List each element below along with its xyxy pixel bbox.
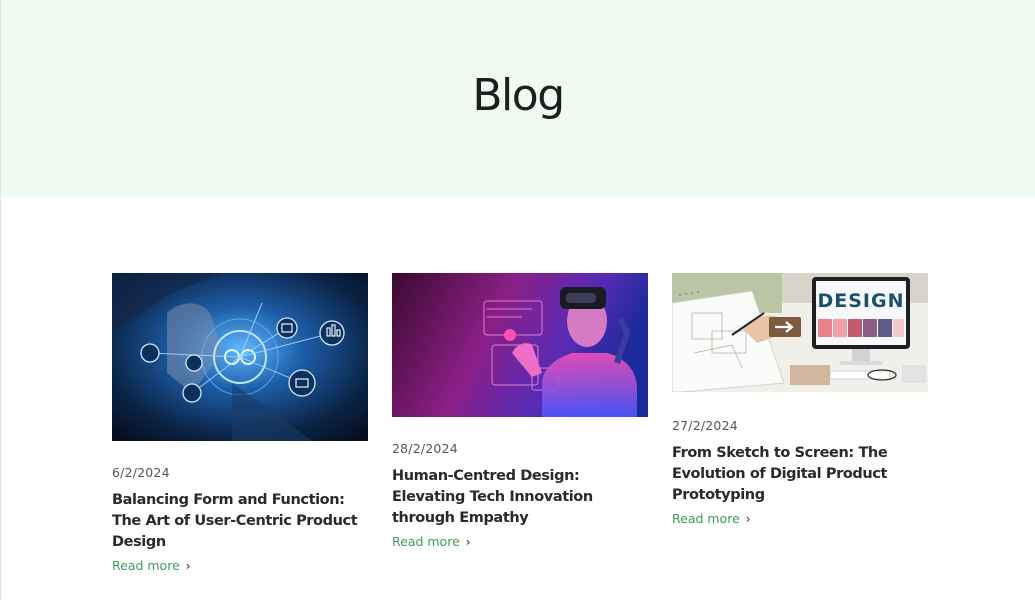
post-title[interactable]: From Sketch to Screen: The Evolution of … bbox=[672, 443, 928, 506]
post-title[interactable]: Human-Centred Design: Elevating Tech Inn… bbox=[392, 466, 648, 529]
chevron-right-icon: › bbox=[185, 559, 191, 573]
blog-card[interactable]: DESIGN 27/2/2024 From Sketch to Screen: … bbox=[672, 273, 928, 527]
blog-card-image[interactable]: DESIGN bbox=[672, 273, 928, 392]
read-more-link[interactable]: Read more › bbox=[112, 558, 191, 574]
post-date: 6/2/2024 bbox=[112, 465, 170, 480]
page-title: Blog bbox=[472, 70, 565, 121]
read-more-link[interactable]: Read more › bbox=[672, 511, 751, 527]
post-date: 27/2/2024 bbox=[672, 418, 738, 433]
chevron-right-icon: › bbox=[465, 535, 471, 549]
blog-card[interactable]: 28/2/2024 Human-Centred Design: Elevatin… bbox=[392, 273, 648, 550]
blog-card-image[interactable] bbox=[112, 273, 368, 441]
read-more-link[interactable]: Read more › bbox=[392, 534, 471, 550]
post-date: 28/2/2024 bbox=[392, 441, 458, 456]
read-more-label: Read more bbox=[112, 558, 180, 573]
post-title[interactable]: Balancing Form and Function: The Art of … bbox=[112, 490, 368, 553]
blog-hero: Blog bbox=[1, 0, 1035, 197]
read-more-label: Read more bbox=[392, 534, 460, 549]
blog-card[interactable]: 6/2/2024 Balancing Form and Function: Th… bbox=[112, 273, 368, 574]
read-more-label: Read more bbox=[672, 511, 740, 526]
blog-card-image[interactable] bbox=[392, 273, 648, 417]
chevron-right-icon: › bbox=[745, 512, 751, 526]
design-wordmark: DESIGN bbox=[817, 290, 904, 312]
